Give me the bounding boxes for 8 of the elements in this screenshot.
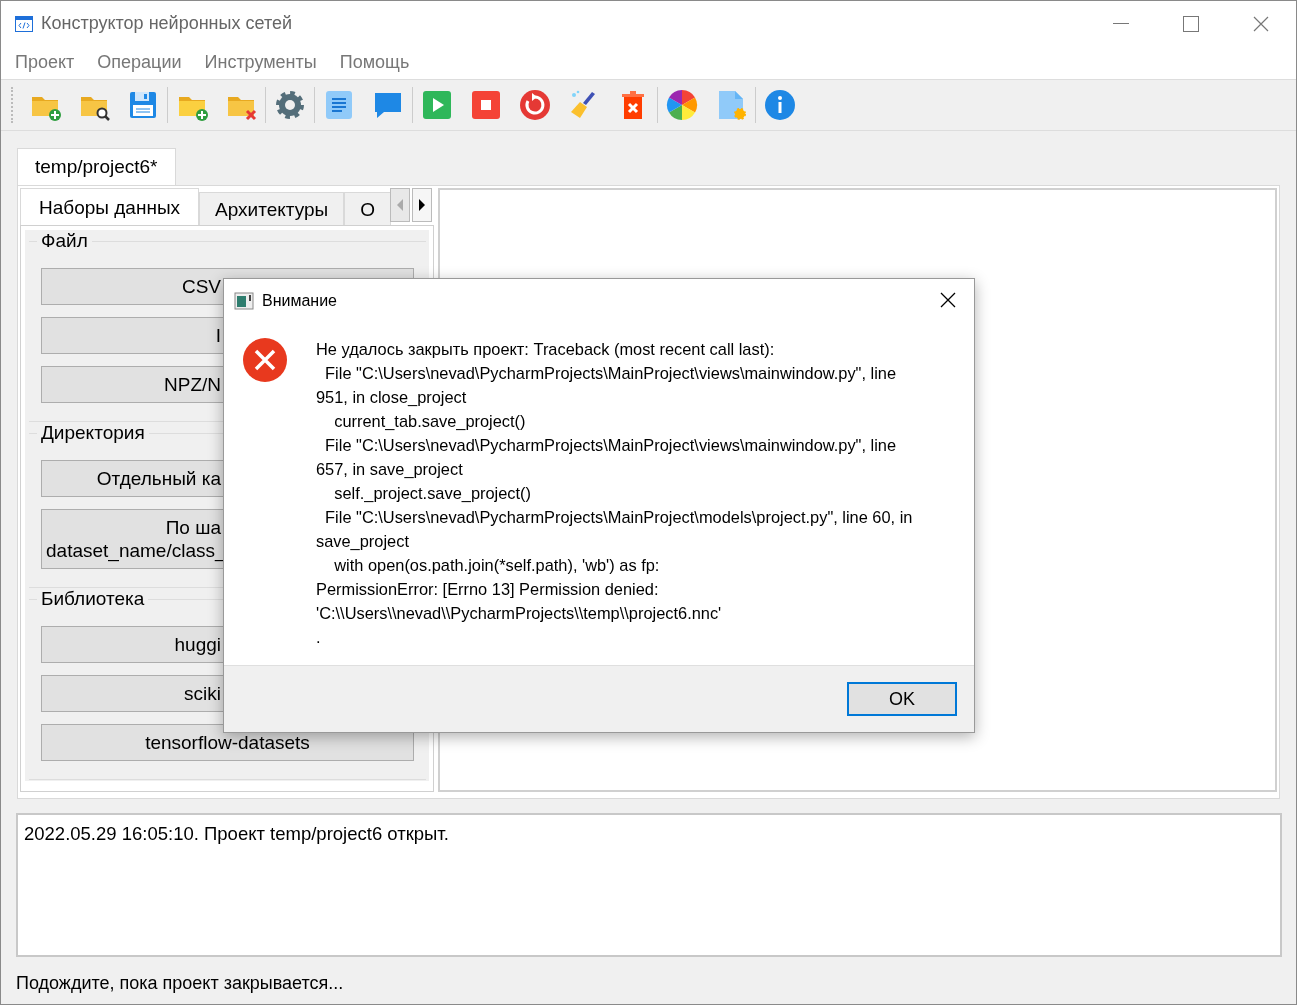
group-title: Файл	[40, 230, 89, 252]
status-text: Подождите, пока проект закрывается...	[16, 973, 345, 994]
dialog-title: Внимание	[262, 292, 338, 310]
group-title: Библиотека	[40, 588, 146, 610]
window-title: Конструктор нейронных сетей	[41, 13, 293, 34]
group-title: Директория	[40, 422, 146, 444]
error-message: Не удалось закрыть проект: Traceback (most recent call last): File "C:\Users\nevad\PycharmProjects\MainProject\views\mainwindow.py", line 951, in close_project current_tab.save_project() File "C:\Users\nevad\PycharmProjects\MainProject\views\mainwindow.py", line 657, in save_project self._project.save_project() File "C:\Users\nevad\PycharmProjects\MainProject\models\project.py", line 60, in save_project with open(os.path.join(*self.path), 'wb') as fp: PermissionError: [Errno 13] Permission denied: 'C:\\Users\\nevad\\PycharmProjects\\temp\\project6.nnc' .	[316, 339, 914, 648]
log-line: 2022.05.29 16:05:10. Проект temp/project6 открыт.	[24, 823, 450, 845]
